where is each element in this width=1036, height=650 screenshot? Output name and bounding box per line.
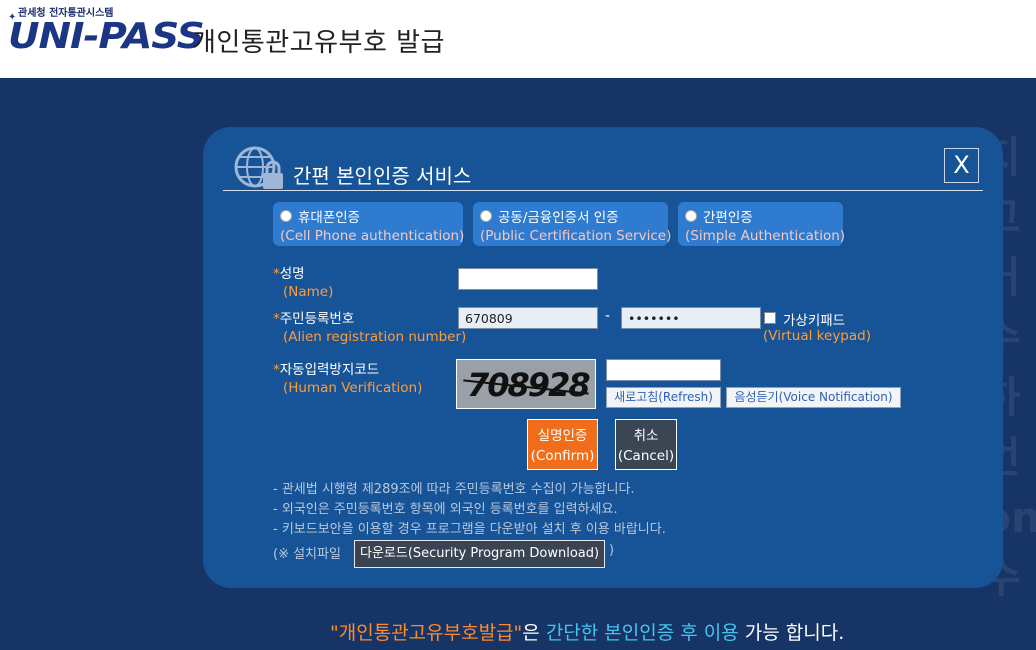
auth-option-cellphone[interactable]: 휴대폰인증 (Cell Phone authentication) bbox=[273, 202, 465, 246]
auth-option-sub: (Simple Authentication) bbox=[685, 228, 846, 244]
download-button[interactable]: 다운로드(Security Program Download) bbox=[354, 540, 606, 568]
confirm-sub-label: (Confirm) bbox=[530, 448, 595, 464]
footer-highlight: 간단한 본인인증 후 이용 bbox=[545, 622, 739, 644]
notice-text: - 관세법 시행령 제289조에 따라 주민등록번호 수집이 가능합니다. bbox=[273, 482, 635, 497]
captcha-voice-button[interactable]: 음성듣기(Voice Notification) bbox=[726, 387, 901, 408]
reg-number-label-text: 주민등록번호 bbox=[279, 311, 355, 327]
auth-option-label: 간편인증 bbox=[703, 210, 753, 226]
cancel-label: 취소 bbox=[633, 428, 659, 444]
confirm-label: 실명인증 bbox=[537, 428, 588, 444]
name-sub-label: (Name) bbox=[283, 284, 334, 300]
header: ✦ 관세청 전자통관시스템 UNI-PASS 개인통관고유부호 발급 bbox=[0, 0, 1036, 78]
captcha-image: 708928 bbox=[456, 359, 596, 409]
cancel-sub-label: (Cancel) bbox=[617, 448, 675, 464]
install-suffix: ) bbox=[609, 543, 615, 558]
modal-title: 간편 본인인증 서비스 bbox=[293, 164, 472, 188]
captcha-sub-label: (Human Verification) bbox=[283, 380, 423, 396]
footer-text: 은 bbox=[522, 622, 546, 644]
reg-number-sub-label: (Alien registration number) bbox=[283, 329, 467, 345]
radio-button[interactable] bbox=[480, 210, 492, 222]
auth-option-label: 공동/금융인증서 인증 bbox=[498, 210, 619, 226]
name-label: *성명 (Name) bbox=[273, 262, 333, 300]
required-mark: * bbox=[273, 362, 280, 378]
virtual-keypad-label: 가상키패드 bbox=[783, 313, 846, 329]
auth-option-sub: (Public Certification Service) bbox=[480, 228, 672, 244]
auth-option-certificate[interactable]: 공동/금융인증서 인증 (Public Certification Servic… bbox=[473, 202, 672, 246]
footer-text: 가능 합니다. bbox=[738, 622, 845, 644]
cancel-button[interactable]: 취소 (Cancel) bbox=[615, 419, 677, 470]
notice-text: - 키보드보안을 이용할 경우 프로그램을 다운받아 설치 후 이용 바랍니다. bbox=[273, 522, 666, 537]
captcha-label: *자동입력방지코드 (Human Verification) bbox=[273, 358, 422, 396]
confirm-button[interactable]: 실명인증 (Confirm) bbox=[527, 419, 598, 470]
captcha-label-text: 자동입력방지코드 bbox=[279, 362, 380, 378]
divider bbox=[223, 190, 983, 191]
name-input[interactable] bbox=[458, 268, 598, 290]
notice-text: - 외국인은 주민등록번호 항목에 외국인 등록번호를 입력하세요. bbox=[273, 502, 618, 517]
captcha-code: 708928 bbox=[467, 366, 591, 404]
virtual-keypad-sub-label: (Virtual keypad) bbox=[763, 328, 871, 344]
radio-button[interactable] bbox=[685, 210, 697, 222]
auth-modal: 간편 본인인증 서비스 X 휴대폰인증 (Cell Phone authenti… bbox=[203, 127, 1003, 588]
page-title: 개인통관고유부호 발급 bbox=[192, 28, 445, 58]
footer-message: "개인통관고유부호발급"은 간단한 본인인증 후 이용 가능 합니다. bbox=[330, 618, 844, 645]
required-mark: * bbox=[273, 311, 280, 327]
reg-number-second-input[interactable] bbox=[621, 307, 761, 329]
reg-number-label: *주민등록번호 (Alien registration number) bbox=[273, 307, 466, 345]
auth-option-sub: (Cell Phone authentication) bbox=[280, 228, 465, 244]
name-label-text: 성명 bbox=[279, 266, 305, 282]
captcha-refresh-button[interactable]: 새로고침(Refresh) bbox=[606, 387, 721, 408]
captcha-input[interactable] bbox=[606, 359, 721, 381]
required-mark: * bbox=[273, 266, 280, 282]
radio-button[interactable] bbox=[280, 210, 292, 222]
install-prefix: (※ 설치파일 bbox=[273, 547, 341, 562]
reg-number-dash: - bbox=[605, 308, 611, 324]
auth-option-label: 휴대폰인증 bbox=[298, 210, 361, 226]
globe-lock-icon bbox=[234, 146, 283, 189]
reg-number-first-input[interactable] bbox=[458, 307, 598, 329]
logo[interactable]: UNI-PASS bbox=[8, 16, 205, 57]
close-button[interactable]: X bbox=[944, 148, 979, 183]
virtual-keypad-checkbox[interactable] bbox=[764, 312, 776, 324]
footer-quoted: "개인통관고유부호발급" bbox=[330, 622, 523, 644]
auth-option-simple[interactable]: 간편인증 (Simple Authentication) bbox=[678, 202, 846, 246]
